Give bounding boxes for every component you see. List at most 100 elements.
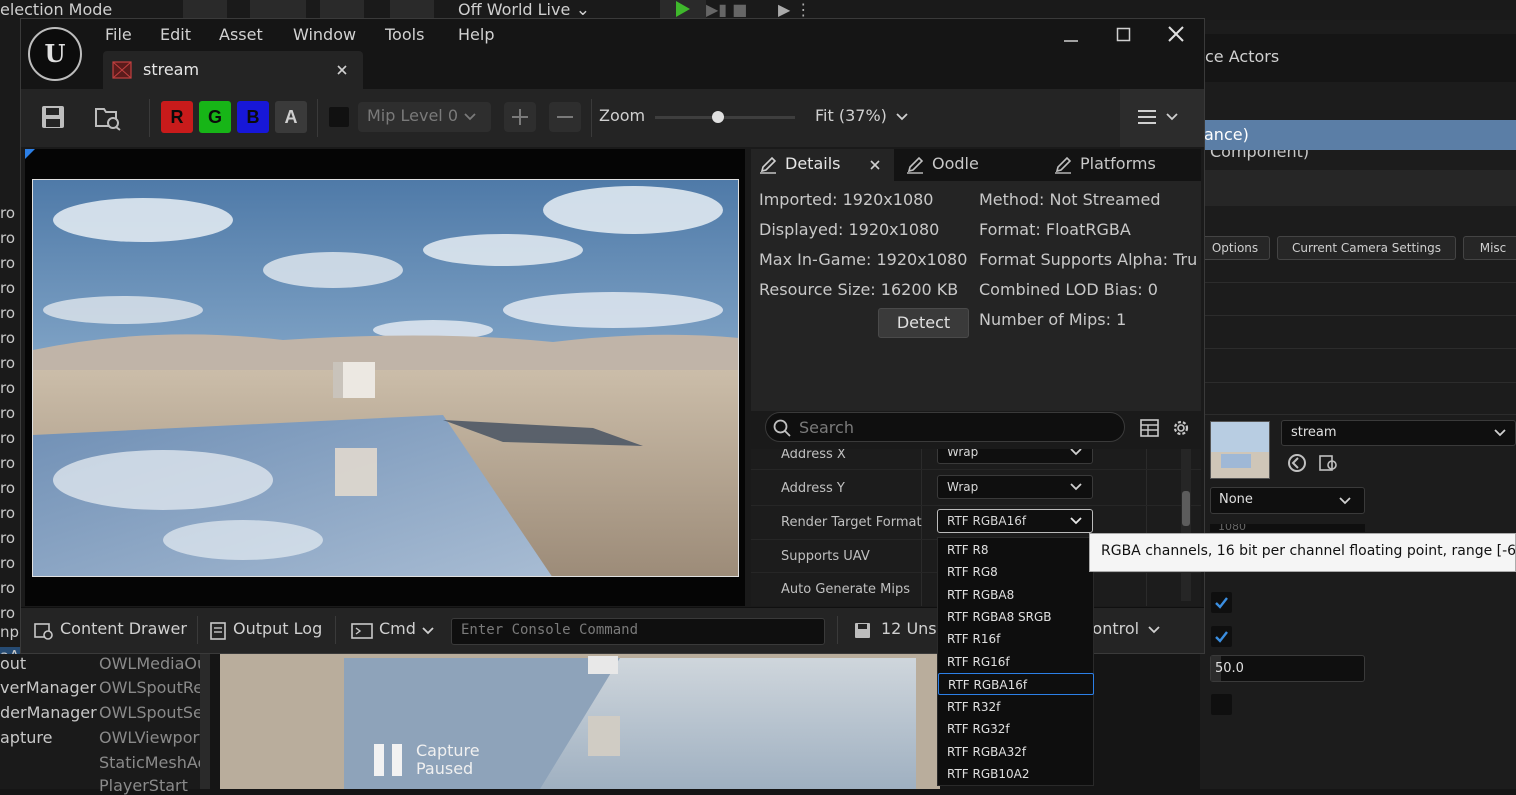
outliner-scrollbar[interactable] [200,654,210,789]
format-option[interactable]: RTF RGBA8 [938,584,1094,606]
format-option[interactable]: RTF RGBA32f [938,741,1094,763]
float-field[interactable]: 50.0 [1210,655,1365,682]
outliner-fragment: ro [0,379,16,397]
address-y-dropdown[interactable]: Wrap [937,475,1093,499]
tab-details[interactable]: Details [751,149,894,181]
outliner-fragment: ro [0,529,16,547]
maximize-icon[interactable] [1116,27,1132,43]
render-target-format-value: RTF RGBA16f [947,514,1027,528]
menu-tools[interactable]: Tools [385,25,424,44]
green-channel-toggle[interactable]: G [199,101,231,133]
texture-preview [32,179,739,577]
detect-button[interactable]: Detect [878,308,969,338]
render-target-format-label: Render Target Format [781,515,922,530]
none-dropdown[interactable]: None [1210,487,1365,514]
content-drawer-button[interactable]: Content Drawer [29,615,199,645]
save-icon[interactable] [41,105,65,129]
format-option[interactable]: RTF RG32f [938,718,1094,740]
zoom-slider-thumb[interactable] [712,111,724,123]
cmd-dropdown[interactable]: Cmd [351,615,439,645]
outliner-name[interactable]: apture [0,728,52,747]
blueprint-icon[interactable] [250,0,306,18]
mip-decrease-button[interactable] [549,102,581,132]
selected-row[interactable]: ance) [1200,120,1516,150]
save-all-icon [855,623,870,638]
component-row[interactable]: Component) [1200,150,1516,162]
misc-button[interactable]: Misc [1463,236,1516,260]
format-option[interactable]: RTF RGB10A2 [938,763,1094,785]
output-log-button[interactable]: Output Log [207,615,329,645]
format-option[interactable]: RTF RG16f [938,651,1094,673]
asset-tab[interactable]: stream [103,51,363,89]
outliner-name[interactable]: verManager [0,678,96,697]
browse-icon[interactable] [1318,452,1340,474]
tab-platforms[interactable]: Platforms [1052,149,1201,181]
outliner-name[interactable]: out [0,654,26,673]
menu-window[interactable]: Window [293,25,356,44]
add-actor-icon[interactable] [183,0,227,18]
partial-field[interactable]: 1080 [1210,524,1365,532]
tooltip-text: RGBA channels, 16 bit per channel floati… [1101,543,1516,559]
launch-button[interactable]: ▶ ⋮ [778,0,838,19]
browse-content-icon[interactable] [94,105,122,131]
format-option[interactable]: RTF RG8 [938,561,1094,583]
menu-edit[interactable]: Edit [160,25,191,44]
menu-help[interactable]: Help [458,25,494,44]
zoom-slider[interactable] [655,111,795,123]
use-selected-icon[interactable] [1286,452,1308,474]
asset-thumbnail[interactable] [1210,421,1270,479]
address-y-label: Address Y [781,481,845,496]
float-value: 50.0 [1215,661,1244,676]
alpha-channel-toggle[interactable]: A [275,101,307,133]
mip-increase-button[interactable] [504,102,536,132]
mip-level-dropdown[interactable]: Mip Level 0 [358,102,491,132]
menu-asset[interactable]: Asset [219,25,263,44]
address-x-value: Wrap [947,449,979,459]
close-window-icon[interactable] [1168,26,1184,42]
texture-viewport[interactable] [25,149,745,606]
red-channel-toggle[interactable]: R [161,101,193,133]
outliner-fragment: ro [0,304,16,322]
format-option[interactable]: RTF R32f [938,696,1094,718]
menu-file[interactable]: File [105,25,132,44]
world-selector[interactable]: Off World Live ⌄ [458,0,590,20]
address-x-dropdown[interactable]: Wrap [937,449,1093,464]
gear-icon[interactable] [1170,417,1192,439]
world-label: Off World Live [458,0,571,19]
settings-menu-button[interactable] [1120,89,1204,147]
level-viewport[interactable]: Capture Paused [220,654,940,789]
asset-picker[interactable]: stream [1281,420,1516,446]
log-icon [210,622,226,640]
checkbox-checked[interactable] [1211,626,1232,647]
component-label: Component) [1210,150,1310,161]
tab-oodle[interactable]: Oodle [904,149,1024,181]
close-tab-icon[interactable] [870,160,880,170]
table-view-icon[interactable] [1140,418,1160,438]
minimize-icon[interactable] [1063,33,1079,49]
options-button[interactable]: Options [1200,236,1270,260]
mip-checkbox[interactable] [329,107,349,127]
zoom-fit-dropdown[interactable]: Fit (37%) [815,106,908,125]
property-scrollbar[interactable] [1181,449,1191,601]
checkbox-unchecked[interactable] [1211,694,1232,715]
scrollbar-thumb[interactable] [1182,491,1190,526]
format-option[interactable]: RTF R16f [938,628,1094,650]
search-input[interactable]: Search [765,412,1125,442]
cinematics-icon[interactable] [320,0,364,18]
mode-selector[interactable]: election Mode [0,0,112,19]
play-button[interactable] [660,0,706,18]
unreal-logo-icon[interactable]: U [28,27,82,81]
format-option[interactable]: RTF R8 [938,539,1094,561]
format-option[interactable]: RTF RGBA8 SRGB [938,606,1094,628]
close-tab-icon[interactable] [337,65,347,75]
checkbox-checked[interactable] [1211,592,1232,613]
camera-settings-button[interactable]: Current Camera Settings [1277,236,1456,260]
render-target-format-dropdown[interactable]: RTF RGBA16f [937,509,1093,533]
blue-channel-toggle[interactable]: B [237,101,269,133]
build-icon[interactable] [390,0,434,18]
right-panel: ce Actors ance) Component) Options Curre… [1200,20,1516,789]
console-input[interactable]: Enter Console Command [451,618,825,645]
outliner-name[interactable]: derManager [0,703,97,722]
playback-controls[interactable]: ▶▮ ■ [706,0,776,19]
format-option-selected[interactable]: RTF RGBA16f [938,673,1094,695]
